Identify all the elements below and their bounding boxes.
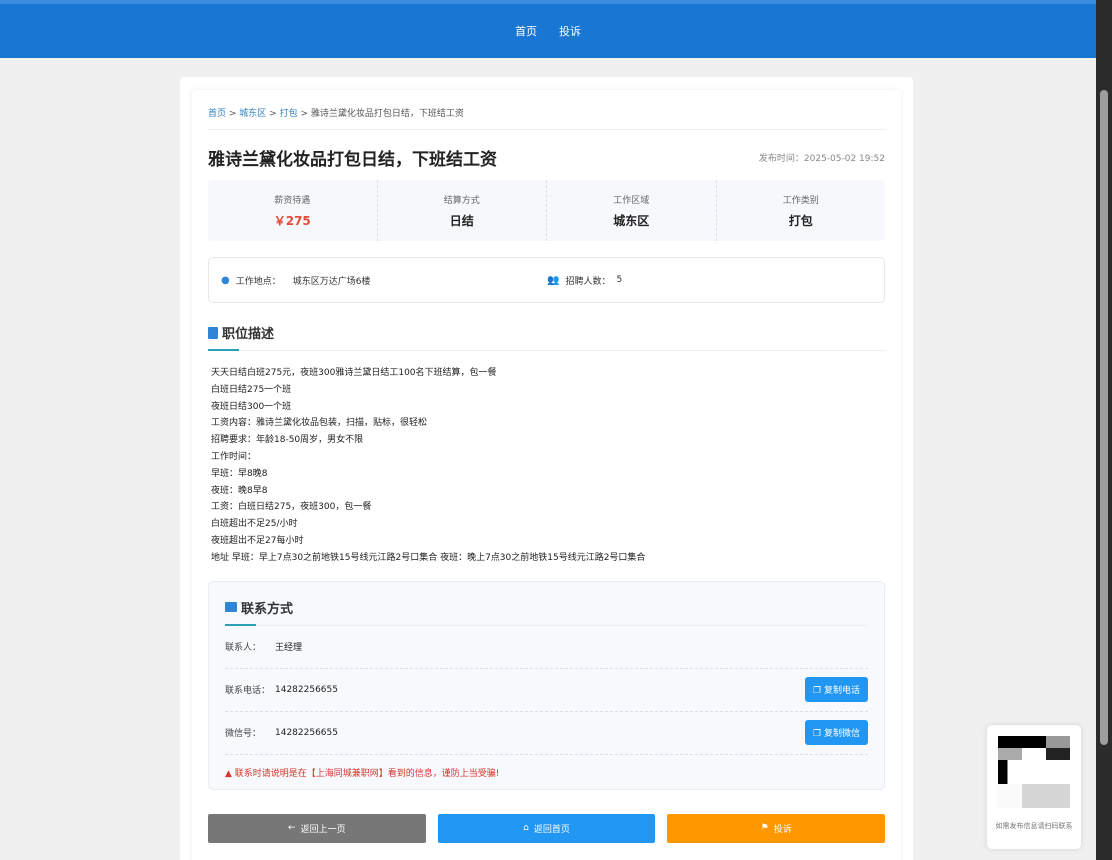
contact-section: 联系方式 联系人： 王经理 联系电话： 14282256655 ❐ 复制电话 微信号：… [208,580,885,790]
contact-heading: 联系方式 [241,601,294,617]
stat-value: 打包 [788,214,813,228]
contact-person-row: 联系人： 王经理 [225,626,868,669]
job-stats: 薪资待遇 ￥275 结算方式日结 工作区域城东区 工作类别打包 [208,180,885,241]
stat-settlement: 结算方式 日结 [378,180,547,241]
copy-icon: ❐ [813,729,824,740]
nav-home[interactable]: 首页 [515,23,537,39]
divider [208,349,885,351]
breadcrumb-home[interactable]: 首页 [208,109,226,119]
desc-line: 招聘要求：年龄18-50周岁，男女不限 [211,435,364,446]
top-nav: 首页 投诉 [0,4,1096,58]
contact-person-label: 联系人： [225,643,262,654]
warning-text: 联系时请说明是在【上海同城兼职网】看到的信息，谨防上当受骗! [234,768,500,779]
description-heading: 职位描述 [222,327,275,342]
desc-line: 白班日结275一个班 [211,384,292,395]
stat-value: ￥275 [273,214,311,228]
qr-code-image [998,736,1070,808]
stat-label: 工作类别 [782,196,819,206]
contact-wechat-row: 微信号： 14282256655 ❐ 复制微信 [225,712,868,755]
publish-time: 发布时间：2025-05-02 19:52 [758,153,885,164]
divider [225,623,868,626]
contact-wechat-label: 微信号： [225,729,262,740]
contact-phone-value: 14282256655 [275,684,338,695]
flag-icon: ⚑ [760,823,769,834]
qr-widget: 如需发布信息请扫码联系 [987,725,1081,849]
arrow-left-icon: ← [288,823,296,834]
desc-line: 白班超出不足25/小时 [211,519,298,530]
desc-line: 地址 早班：早上7点30之前地铁15号线元江路2号口集合 夜班：晚上7点30之前… [211,552,646,563]
desc-line: 工资：白班日结275，夜班300，包一餐 [211,502,372,513]
back-label: 返回上一页 [300,824,346,835]
breadcrumb-current: 雅诗兰黛化妆品打包日结，下班结工资 [310,109,464,119]
contact-wechat-value: 14282256655 [275,727,338,738]
stat-salary: 薪资待遇 ￥275 [208,180,378,241]
desc-line: 早班：早8晚8 [211,468,268,479]
headcount-label: 招聘人数： [565,276,611,287]
scrollbar[interactable] [1096,0,1112,860]
copy-phone-button[interactable]: ❐ 复制电话 [805,677,868,703]
stat-label: 工作区域 [613,196,650,206]
job-detail-panel: 首页 > 城东区 > 打包 > 雅诗兰黛化妆品打包日结，下班结工资 雅诗兰黛化妆… [192,90,901,860]
headcount-value: 5 [616,275,623,285]
location-value: 城东区万达广场6楼 [292,276,371,287]
users-icon: 👥 [547,274,560,286]
contact-person-value: 王经理 [275,643,303,654]
stat-value: 城东区 [613,214,650,228]
copy-wechat-button[interactable]: ❐ 复制微信 [805,720,868,746]
desc-line: 工作时间： [211,451,257,462]
contact-phone-label: 联系电话： [225,686,271,697]
page-title: 雅诗兰黛化妆品打包日结，下班结工资 [208,149,497,170]
stat-category: 工作类别 打包 [717,180,886,241]
job-info: ● 工作地点： 城东区万达广场6楼 👥 招聘人数： 5 [208,257,885,303]
copy-phone-label: 复制电话 [823,686,860,697]
nav-report[interactable]: 投诉 [559,23,581,39]
stat-area: 工作区域 城东区 [547,180,717,241]
stat-value: 日结 [449,214,474,228]
breadcrumb-category[interactable]: 打包 [280,109,298,119]
desc-line: 夜班日结300一个班 [211,401,292,412]
copy-icon: ❐ [813,686,824,697]
stat-label: 结算方式 [443,196,480,206]
job-description: 天天日结白班275元，夜班300雅诗兰黛日结工100名下班结算，包一餐 白班日结… [208,365,885,567]
warning-icon: ▲ [225,768,235,779]
map-marker-icon: ● [221,274,230,286]
report-button[interactable]: ⚑ 投诉 [667,813,886,843]
id-card-icon [225,602,237,613]
location-label: 工作地点： [235,276,281,287]
report-label: 投诉 [773,824,792,835]
copy-wechat-label: 复制微信 [823,729,860,740]
desc-line: 夜班：晚8早8 [211,485,268,496]
desc-line: 工资内容：雅诗兰黛化妆品包装，扫描，贴标，很轻松 [211,418,428,429]
back-button[interactable]: ← 返回上一页 [208,813,426,843]
desc-line: 夜班超出不足27每小时 [211,535,304,546]
stat-label: 薪资待遇 [274,196,311,206]
breadcrumb: 首页 > 城东区 > 打包 > 雅诗兰黛化妆品打包日结，下班结工资 [208,106,885,130]
scrollbar-thumb[interactable] [1100,90,1108,745]
home-label: 返回首页 [533,824,570,835]
qr-caption: 如需发布信息请扫码联系 [995,822,1073,830]
contact-phone-row: 联系电话： 14282256655 ❐ 复制电话 [225,669,868,712]
document-icon [208,326,218,339]
warning-message: ▲ 联系时请说明是在【上海同城兼职网】看到的信息，谨防上当受骗! [225,766,868,779]
home-icon: ⌂ [523,823,529,834]
home-button[interactable]: ⌂ 返回首页 [437,813,656,843]
desc-line: 天天日结白班275元，夜班300雅诗兰黛日结工100名下班结算，包一餐 [211,368,497,378]
breadcrumb-area[interactable]: 城东区 [239,109,266,119]
